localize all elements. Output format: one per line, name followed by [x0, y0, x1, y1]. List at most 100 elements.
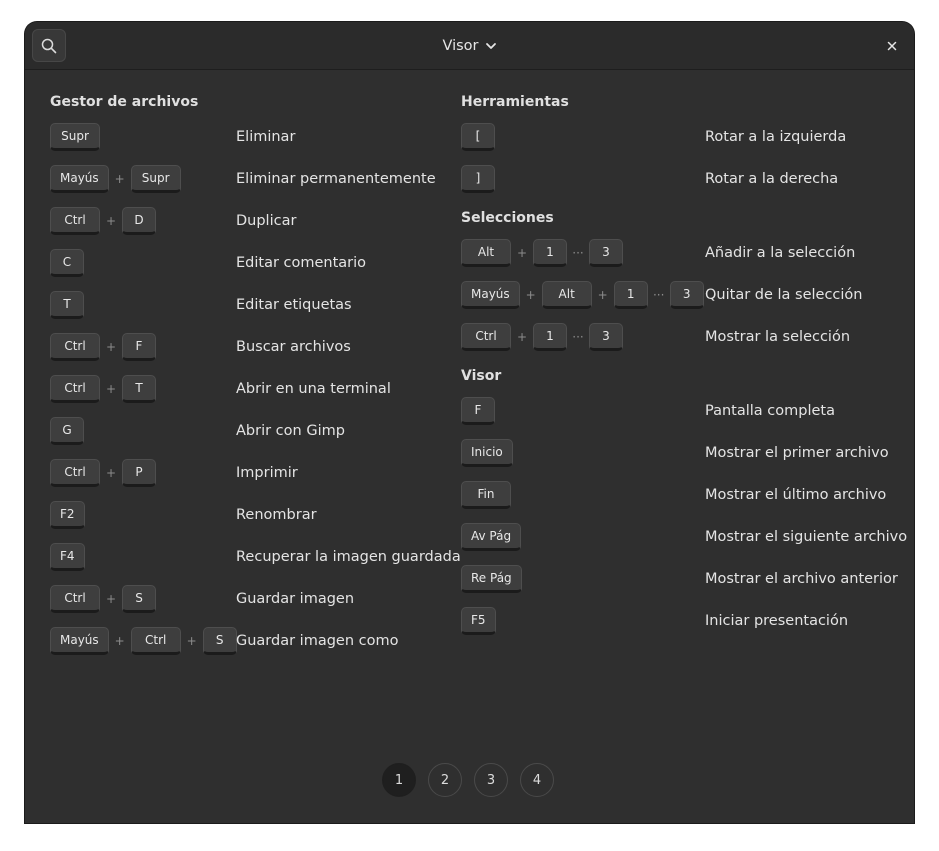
page-4-button[interactable]: 4 — [520, 763, 554, 797]
page-3-button[interactable]: 3 — [474, 763, 508, 797]
keycap: 1 — [533, 323, 567, 351]
key-combination: G — [50, 415, 84, 447]
shortcut-description: Abrir en una terminal — [236, 381, 391, 397]
keycap: Supr — [50, 123, 100, 151]
shortcuts-window: Visor Gestor de archivos Supr Eliminar Mayú… — [25, 22, 914, 823]
keycap: 3 — [669, 281, 704, 309]
close-button[interactable] — [880, 34, 904, 58]
keycap: Alt — [541, 281, 592, 309]
key-combination: Re Pág — [461, 563, 522, 595]
key-combination: F4 — [50, 541, 85, 573]
key-combination: Ctrl + P — [50, 457, 156, 489]
shortcut-description: Guardar imagen — [236, 591, 355, 607]
page-1-button[interactable]: 1 — [382, 763, 416, 797]
shortcut-row: Supr Eliminar — [50, 121, 480, 153]
keycap: T — [50, 291, 84, 319]
keycap: F — [461, 397, 495, 425]
section-title: Gestor de archivos — [50, 94, 199, 110]
shortcut-description: Editar etiquetas — [236, 297, 352, 313]
shortcut-description: Buscar archivos — [236, 339, 351, 355]
key-combination: Mayús + Supr — [50, 163, 181, 195]
shortcut-row: Mayús + Alt +1 ··· 3 Quitar de la selección — [461, 279, 891, 311]
plus-separator: + — [105, 592, 117, 606]
shortcut-description: Guardar imagen como — [236, 633, 399, 649]
range-separator: ··· — [572, 330, 584, 344]
keycap: Av Pág — [461, 523, 522, 551]
keycap: T — [122, 375, 156, 403]
key-combination: Av Pág — [461, 521, 522, 553]
plus-separator: + — [516, 246, 528, 260]
keycap: 1 — [613, 281, 648, 309]
key-combination: Alt +1 ··· 3 — [461, 237, 623, 269]
keycap: Mayús — [50, 165, 109, 193]
key-combination: T — [50, 289, 84, 321]
search-button[interactable] — [32, 29, 66, 62]
key-combination: Fin — [461, 479, 511, 511]
shortcut-description: Mostrar el primer archivo — [705, 445, 889, 461]
plus-separator: + — [105, 466, 117, 480]
shortcut-row: Ctrl + P Imprimir — [50, 457, 480, 489]
shortcut-row: Mayús + Supr Eliminar permanentemente — [50, 163, 480, 195]
page-2-button[interactable]: 2 — [428, 763, 462, 797]
shortcut-description: Abrir con Gimp — [236, 423, 345, 439]
key-combination: F — [461, 395, 495, 427]
keycap: S — [202, 627, 237, 655]
shortcut-description: Quitar de la selección — [705, 287, 863, 303]
keycap: Ctrl — [50, 333, 100, 361]
shortcut-row: Ctrl + F Buscar archivos — [50, 331, 480, 363]
keycap: 3 — [589, 323, 623, 351]
chevron-down-icon — [485, 42, 496, 49]
shortcut-row: G Abrir con Gimp — [50, 415, 480, 447]
shortcut-row: Ctrl + S Guardar imagen — [50, 583, 480, 615]
shortcut-row: Re Pág Mostrar el archivo anterior — [461, 563, 898, 595]
shortcut-row: Alt +1 ··· 3 Añadir a la selección — [461, 237, 891, 269]
shortcut-row: T Editar etiquetas — [50, 289, 480, 321]
key-combination: Ctrl +1 ··· 3 — [461, 321, 623, 353]
key-combination: Supr — [50, 121, 100, 153]
plus-separator: + — [114, 172, 125, 186]
shortcut-row: Mayús + Ctrl + S Guardar imagen como — [50, 625, 480, 657]
key-combination: Ctrl + S — [50, 583, 156, 615]
plus-separator: + — [105, 340, 117, 354]
section-title: Visor — [461, 368, 502, 384]
plus-separator: + — [105, 382, 117, 396]
keycap: [ — [461, 123, 495, 151]
key-combination: F5 — [461, 605, 496, 637]
range-separator: ··· — [572, 246, 584, 260]
keycap: Inicio — [461, 439, 513, 467]
view-selector[interactable]: Visor — [442, 38, 496, 54]
key-combination: C — [50, 247, 84, 279]
keycap: Mayús — [461, 281, 520, 309]
key-combination: Ctrl + F — [50, 331, 156, 363]
plus-separator: + — [114, 634, 125, 648]
key-combination: Mayús + Ctrl + S — [50, 625, 237, 657]
keycap: P — [122, 459, 156, 487]
shortcut-description: Eliminar permanentemente — [236, 171, 436, 187]
plus-separator: + — [186, 634, 197, 648]
shortcut-description: Editar comentario — [236, 255, 367, 271]
key-combination: Ctrl + T — [50, 373, 156, 405]
keycap: Mayús — [50, 627, 109, 655]
keycap: Ctrl — [50, 207, 100, 235]
shortcut-description: Imprimir — [236, 465, 298, 481]
keycap: ] — [461, 165, 495, 193]
search-icon — [41, 38, 57, 53]
shortcut-description: Recuperar la imagen guardada — [236, 549, 461, 565]
range-separator: ··· — [652, 288, 665, 302]
keycap: Ctrl — [50, 375, 100, 403]
shortcut-row: F2 Renombrar — [50, 499, 480, 531]
keycap: F4 — [50, 543, 85, 571]
close-icon — [887, 41, 897, 51]
shortcut-row: Ctrl + T Abrir en una terminal — [50, 373, 480, 405]
shortcut-row: Ctrl +1 ··· 3 Mostrar la selección — [461, 321, 891, 353]
shortcut-description: Mostrar la selección — [705, 329, 851, 345]
shortcut-description: Mostrar el siguiente archivo — [705, 529, 908, 545]
shortcut-row: C Editar comentario — [50, 247, 480, 279]
key-combination: [ — [461, 121, 495, 153]
shortcut-row: ] Rotar a la derecha — [461, 163, 891, 195]
key-combination: Inicio — [461, 437, 513, 469]
shortcut-row: F5 Iniciar presentación — [461, 605, 891, 637]
keycap: S — [122, 585, 156, 613]
shortcut-row: Inicio Mostrar el primer archivo — [461, 437, 891, 469]
shortcut-row: Ctrl + D Duplicar — [50, 205, 480, 237]
